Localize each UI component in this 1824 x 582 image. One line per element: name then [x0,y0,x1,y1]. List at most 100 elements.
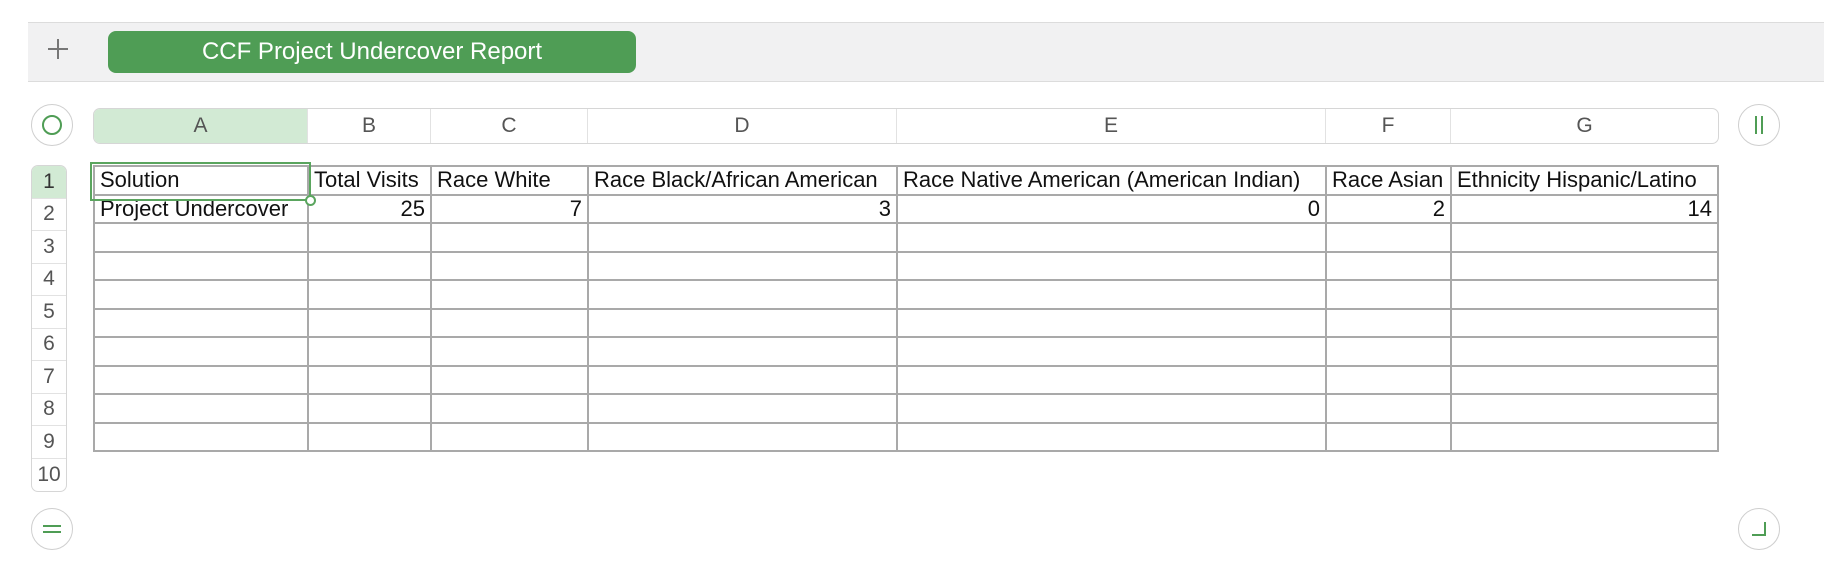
cell-empty[interactable] [1450,336,1719,367]
cell-empty[interactable] [93,393,309,424]
cell-empty[interactable] [896,250,1327,281]
cell-b2[interactable]: 25 [307,193,432,224]
cell-empty[interactable] [307,336,432,367]
cell-empty[interactable] [1450,393,1719,424]
cell-empty[interactable] [430,250,589,281]
cell-empty[interactable] [1325,250,1452,281]
cell-c1[interactable]: Race White [430,165,589,196]
column-header-f[interactable]: F [1326,109,1451,143]
row-header-4[interactable]: 4 [32,264,66,296]
row-header-bar: 1 2 3 4 5 6 7 8 9 10 [31,165,67,492]
cell-empty[interactable] [1325,364,1452,395]
row-header-3[interactable]: 3 [32,231,66,264]
cell-empty[interactable] [587,250,898,281]
table-row [93,250,1719,281]
cell-empty[interactable] [93,279,309,310]
column-header-bar: A B C D E F G [93,108,1719,144]
cell-f2[interactable]: 2 [1325,193,1452,224]
column-header-g[interactable]: G [1451,109,1718,143]
cell-empty[interactable] [93,250,309,281]
row-header-5[interactable]: 5 [32,296,66,329]
cell-e1[interactable]: Race Native American (American Indian) [896,165,1327,196]
cell-empty[interactable] [430,364,589,395]
table-row [93,393,1719,424]
cell-empty[interactable] [587,222,898,253]
cell-d2[interactable]: 3 [587,193,898,224]
cell-empty[interactable] [307,393,432,424]
cell-empty[interactable] [93,421,309,452]
add-sheet-button[interactable] [40,31,76,67]
cell-empty[interactable] [430,307,589,338]
row-header-10[interactable]: 10 [32,459,66,492]
selection-fill-handle[interactable] [305,195,316,206]
cell-empty[interactable] [430,222,589,253]
row-header-8[interactable]: 8 [32,394,66,426]
cell-empty[interactable] [1325,336,1452,367]
cell-d1[interactable]: Race Black/African American [587,165,898,196]
cell-empty[interactable] [896,393,1327,424]
cell-empty[interactable] [93,222,309,253]
cell-empty[interactable] [1450,307,1719,338]
cell-empty[interactable] [307,222,432,253]
cell-empty[interactable] [1325,222,1452,253]
cell-empty[interactable] [896,336,1327,367]
cell-empty[interactable] [1325,421,1452,452]
cell-empty[interactable] [587,393,898,424]
column-header-c[interactable]: C [431,109,588,143]
cell-empty[interactable] [93,364,309,395]
cell-empty[interactable] [307,364,432,395]
cell-empty[interactable] [1450,279,1719,310]
cell-empty[interactable] [587,307,898,338]
cell-empty[interactable] [1450,222,1719,253]
cell-a2[interactable]: Project Undercover [93,193,309,224]
cell-empty[interactable] [1450,421,1719,452]
cell-empty[interactable] [307,279,432,310]
cell-f1[interactable]: Race Asian [1325,165,1452,196]
cell-empty[interactable] [307,421,432,452]
cell-empty[interactable] [307,307,432,338]
sheet-tab-ccf-project-undercover-report[interactable]: CCF Project Undercover Report [108,31,636,73]
column-header-a[interactable]: A [94,109,308,143]
cell-empty[interactable] [307,250,432,281]
cell-b1[interactable]: Total Visits [307,165,432,196]
cell-empty[interactable] [587,364,898,395]
cell-empty[interactable] [587,421,898,452]
cell-a1[interactable]: Solution [93,165,309,196]
cell-empty[interactable] [896,279,1327,310]
cell-empty[interactable] [1450,250,1719,281]
cell-empty[interactable] [93,307,309,338]
resize-table-button[interactable] [1738,508,1780,550]
sheet-tab-label: CCF Project Undercover Report [201,38,543,65]
select-all-button[interactable] [31,104,73,146]
cell-empty[interactable] [896,364,1327,395]
cell-empty[interactable] [587,336,898,367]
cell-e2[interactable]: 0 [896,193,1327,224]
cell-g2[interactable]: 14 [1450,193,1719,224]
cell-empty[interactable] [1325,279,1452,310]
cell-empty[interactable] [93,336,309,367]
column-header-e[interactable]: E [897,109,1326,143]
row-header-9[interactable]: 9 [32,426,66,459]
add-rows-button[interactable] [31,508,73,550]
row-header-2[interactable]: 2 [32,199,66,231]
cell-empty[interactable] [430,393,589,424]
corner-icon [1752,522,1766,536]
column-header-b[interactable]: B [308,109,431,143]
cell-c2[interactable]: 7 [430,193,589,224]
cell-empty[interactable] [896,421,1327,452]
cell-empty[interactable] [896,307,1327,338]
cell-empty[interactable] [896,222,1327,253]
row-header-1[interactable]: 1 [32,166,66,199]
cell-empty[interactable] [430,279,589,310]
cell-empty[interactable] [1450,364,1719,395]
row-header-6[interactable]: 6 [32,329,66,361]
cell-empty[interactable] [1325,307,1452,338]
column-header-d[interactable]: D [588,109,897,143]
cell-empty[interactable] [587,279,898,310]
cell-g1[interactable]: Ethnicity Hispanic/Latino [1450,165,1719,196]
cell-empty[interactable] [1325,393,1452,424]
cell-empty[interactable] [430,336,589,367]
row-header-7[interactable]: 7 [32,361,66,394]
add-columns-button[interactable] [1738,104,1780,146]
cell-empty[interactable] [430,421,589,452]
